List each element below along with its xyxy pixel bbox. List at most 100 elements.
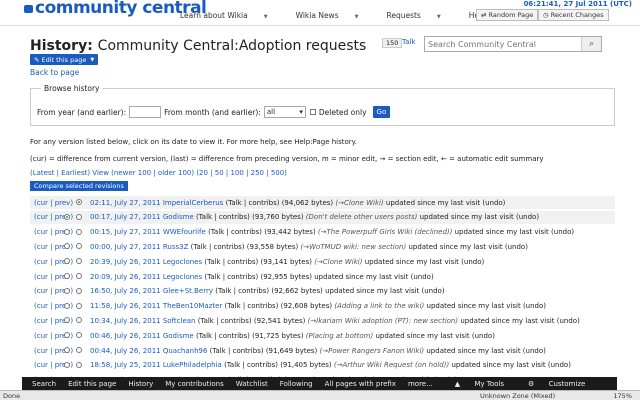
- old-radio[interactable]: [64, 228, 70, 235]
- revision-size: (93,141 bytes): [260, 257, 312, 266]
- month-select[interactable]: all ▾: [263, 106, 306, 118]
- old-radio[interactable]: [64, 361, 70, 368]
- revision-user[interactable]: Godisme: [163, 332, 194, 340]
- old-radio[interactable]: [64, 213, 70, 220]
- toolbar-edit[interactable]: Edit this page: [68, 380, 116, 388]
- search-input[interactable]: [425, 37, 575, 51]
- user-links[interactable]: (Talk | contribs): [208, 228, 262, 236]
- edit-summary: (→The Powerpuff Girls Wiki (declined)): [317, 228, 453, 237]
- user-links[interactable]: (Talk | contribs): [196, 332, 250, 340]
- new-radio[interactable]: [76, 302, 82, 309]
- revision-date[interactable]: 00:00, July 27, 2011: [90, 243, 161, 251]
- user-links[interactable]: (Talk | contribs): [198, 317, 252, 325]
- revision-date[interactable]: 00:44, July 26, 2011: [90, 347, 161, 355]
- browse-history: Browse history From year (and earlier): …: [30, 84, 615, 126]
- revision-user[interactable]: Glee+St.Berry: [163, 287, 213, 295]
- user-links[interactable]: (Talk | contribs): [204, 273, 258, 281]
- revision-tail: updated since my last visit (undo): [426, 302, 547, 311]
- revision-radios: [58, 196, 86, 209]
- year-input[interactable]: [129, 106, 162, 118]
- user-links[interactable]: (Talk | contribs): [224, 302, 278, 310]
- nav-news[interactable]: Wikia News ▼: [296, 11, 373, 20]
- new-radio[interactable]: [76, 258, 82, 265]
- old-radio[interactable]: [64, 317, 70, 324]
- new-radio[interactable]: [76, 273, 82, 279]
- talk-link[interactable]: Talk: [402, 38, 415, 46]
- toolbar-following[interactable]: Following: [280, 380, 313, 388]
- chevron-down-icon: ▾: [299, 108, 303, 116]
- new-radio[interactable]: [76, 213, 82, 220]
- revision-user[interactable]: TheBen10Mazter: [163, 302, 222, 310]
- revision-user[interactable]: Legoclones: [163, 273, 202, 281]
- back-to-page-link[interactable]: Back to page: [30, 68, 79, 77]
- revision-user[interactable]: Softclean: [163, 317, 196, 325]
- new-radio[interactable]: [76, 287, 82, 294]
- new-radio[interactable]: [76, 228, 82, 235]
- revision-entry: 00:15, July 27, 2011 WWEfourlife (Talk |…: [90, 228, 574, 236]
- go-button[interactable]: Go: [372, 106, 391, 118]
- toolbar-contributions[interactable]: My contributions: [165, 380, 223, 388]
- random-page-button[interactable]: ⇄ Random Page: [476, 9, 539, 21]
- new-radio[interactable]: [76, 361, 82, 368]
- old-radio[interactable]: [64, 347, 70, 353]
- revision-date[interactable]: 20:09, July 26, 2011: [90, 273, 161, 281]
- revision-user[interactable]: Quachanh96: [163, 347, 208, 355]
- user-links[interactable]: (Talk | contribs): [196, 213, 250, 221]
- revision-date[interactable]: 18:58, July 25, 2011: [90, 361, 161, 369]
- zoom-level[interactable]: 175%: [613, 392, 632, 400]
- pagination[interactable]: (Latest | Earliest) View (newer 100 | ol…: [30, 169, 287, 177]
- user-links[interactable]: (Talk | contribs): [191, 243, 245, 251]
- user-links[interactable]: (Talk | contribs): [215, 287, 269, 295]
- toolbar-history[interactable]: History: [128, 380, 153, 388]
- revision-date[interactable]: 00:17, July 27, 2011: [90, 213, 161, 221]
- search-icon[interactable]: ⌕: [581, 37, 601, 51]
- comment-count-badge[interactable]: 150: [382, 38, 403, 48]
- nav-requests[interactable]: Requests ▼: [386, 11, 454, 20]
- old-radio[interactable]: [64, 332, 70, 339]
- revision-user[interactable]: Legoclones: [163, 258, 202, 266]
- nav-learn[interactable]: Learn about Wikia ▼: [180, 11, 282, 20]
- revision-radios: [58, 240, 86, 253]
- deleted-only-checkbox[interactable]: [309, 109, 316, 115]
- revision-user[interactable]: Russ3Z: [163, 243, 189, 251]
- revision-date[interactable]: 10:34, July 26, 2011: [90, 317, 161, 325]
- toolbar-watchlist[interactable]: Watchlist: [236, 380, 268, 388]
- old-radio[interactable]: [64, 258, 70, 265]
- new-radio[interactable]: [76, 332, 82, 339]
- user-links[interactable]: (Talk | contribs): [204, 258, 258, 266]
- new-radio[interactable]: [76, 243, 82, 250]
- toolbar-search[interactable]: Search: [32, 380, 56, 388]
- edit-page-button[interactable]: ✎ Edit this page ▼: [30, 54, 99, 65]
- user-links[interactable]: (Talk | contribs): [226, 199, 280, 207]
- revision-date[interactable]: 00:46, July 26, 2011: [90, 332, 161, 340]
- revision-date[interactable]: 20:39, July 26, 2011: [90, 258, 161, 266]
- new-radio[interactable]: [76, 347, 82, 353]
- revision-user[interactable]: Godisme: [163, 213, 194, 221]
- old-radio[interactable]: [64, 302, 70, 309]
- revision-user[interactable]: WWEfourlife: [163, 228, 206, 236]
- new-radio[interactable]: [76, 199, 82, 205]
- revision-user[interactable]: LukePhiladelphia: [163, 361, 222, 369]
- revision-size: (93,760 bytes): [252, 213, 304, 222]
- user-links[interactable]: (Talk | contribs): [210, 347, 264, 355]
- table-row: (cur | prev) 00:17, July 27, 2011 Godisme…: [30, 210, 615, 224]
- new-radio[interactable]: [76, 317, 82, 324]
- toolbar-more[interactable]: more...: [408, 380, 433, 388]
- revision-date[interactable]: 02:11, July 27, 2011: [90, 199, 161, 207]
- recent-changes-button[interactable]: ◷ Recent Changes: [538, 9, 609, 21]
- revision-date[interactable]: 11:58, July 26, 2011: [90, 302, 161, 310]
- toolbar-mytools[interactable]: ▲ My Tools: [445, 380, 506, 388]
- old-radio[interactable]: [64, 273, 70, 279]
- old-radio[interactable]: [64, 287, 70, 294]
- edit-summary: (Adding a link to the wiki): [334, 302, 425, 311]
- revision-date[interactable]: 00:15, July 27, 2011: [90, 228, 161, 236]
- revision-date[interactable]: 16:50, July 26, 2011: [90, 287, 161, 295]
- bottom-toolbar: Search Edit this page History My contrib…: [22, 377, 617, 390]
- toolbar-customize[interactable]: ⚙ Customize: [518, 380, 587, 388]
- logo-icon: [24, 5, 33, 13]
- compare-revisions-button[interactable]: Compare selected revisions: [30, 181, 128, 191]
- revision-user[interactable]: ImperialCerberus: [163, 199, 223, 207]
- toolbar-prefix[interactable]: All pages with prefix: [325, 380, 396, 388]
- old-radio[interactable]: [64, 243, 70, 250]
- user-links[interactable]: (Talk | contribs): [224, 361, 278, 369]
